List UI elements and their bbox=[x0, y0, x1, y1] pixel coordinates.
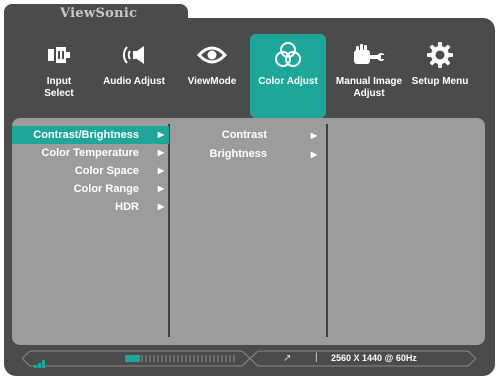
tab-audio-adjust[interactable]: Audio Adjust bbox=[98, 34, 170, 104]
tab-input-select[interactable]: Input Select bbox=[26, 34, 92, 104]
column-divider bbox=[326, 124, 328, 337]
menu-item-label: Contrast/Brightness bbox=[33, 129, 139, 141]
menu-item-brightness[interactable]: Brightness ▶ bbox=[172, 145, 325, 164]
gear-icon bbox=[408, 42, 472, 68]
tab-label: Manual Image Adjust bbox=[335, 76, 403, 99]
menu-item-hdr[interactable]: HDR ▶ bbox=[12, 198, 169, 216]
tab-label: Setup Menu bbox=[411, 76, 469, 87]
tab-label: Input Select bbox=[44, 76, 74, 99]
menu-item-color-space[interactable]: Color Space ▶ bbox=[12, 162, 169, 180]
menu-item-contrast-brightness[interactable]: Contrast/Brightness ▶ bbox=[12, 126, 169, 144]
menu-item-label: Color Space bbox=[74, 165, 139, 177]
tab-manual-image-adjust[interactable]: Manual Image Adjust bbox=[330, 34, 408, 104]
menu-item-label: Color Temperature bbox=[41, 147, 139, 159]
color-circles-icon bbox=[250, 42, 326, 68]
resolution-readout: 2560 X 1440 @ 60Hz bbox=[331, 353, 417, 363]
level-meter-fill bbox=[125, 355, 141, 362]
arrow-right-icon: ▶ bbox=[310, 150, 317, 159]
menu-item-contrast[interactable]: Contrast ▶ bbox=[172, 126, 325, 145]
tab-label: Color Adjust bbox=[258, 76, 318, 87]
brand-logo: ViewSonic bbox=[60, 6, 138, 21]
input-select-icon bbox=[26, 42, 92, 68]
active-tab-connector bbox=[250, 104, 326, 118]
submenu-level-2: Contrast ▶ Brightness ▶ bbox=[172, 126, 325, 164]
submenu-level-1: Contrast/Brightness ▶ Color Temperature … bbox=[12, 126, 169, 216]
menu-item-label: Contrast bbox=[221, 129, 267, 141]
tab-viewmode[interactable]: ViewMode bbox=[178, 34, 246, 104]
arrow-right-icon: ▶ bbox=[310, 131, 317, 140]
level-meter bbox=[125, 355, 235, 362]
link-icon: ↗ bbox=[283, 353, 292, 364]
signal-icon bbox=[34, 355, 48, 368]
arrow-right-icon: ▶ bbox=[157, 130, 164, 139]
arrow-right-icon: ▶ bbox=[157, 148, 164, 157]
tab-setup-menu[interactable]: Setup Menu bbox=[408, 34, 472, 104]
tab-label: Audio Adjust bbox=[103, 76, 165, 87]
speaker-icon bbox=[98, 42, 170, 68]
menu-item-label: Brightness bbox=[209, 148, 267, 160]
menu-item-color-temperature[interactable]: Color Temperature ▶ bbox=[12, 144, 169, 162]
menu-item-label: HDR bbox=[115, 201, 139, 213]
tab-label: ViewMode bbox=[187, 76, 237, 87]
tab-color-adjust[interactable]: Color Adjust bbox=[250, 34, 326, 104]
status-separator: | bbox=[315, 352, 318, 363]
menu-item-color-range[interactable]: Color Range ▶ bbox=[12, 180, 169, 198]
arrow-right-icon: ▶ bbox=[157, 166, 164, 175]
menu-item-label: Color Range bbox=[73, 183, 139, 195]
hand-wrench-icon bbox=[330, 42, 408, 68]
eye-icon bbox=[178, 42, 246, 68]
arrow-right-icon: ▶ bbox=[157, 184, 164, 193]
arrow-right-icon: ▶ bbox=[157, 202, 164, 211]
